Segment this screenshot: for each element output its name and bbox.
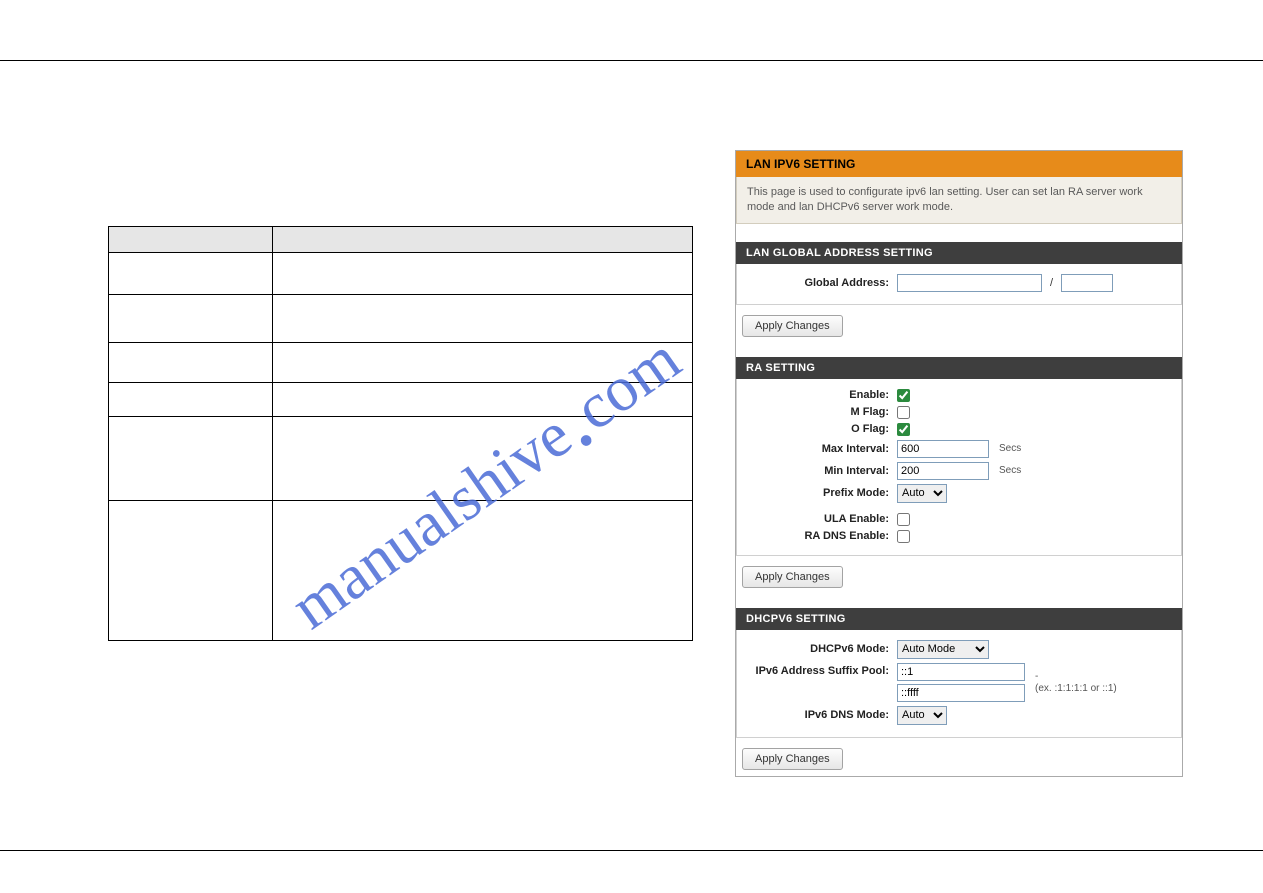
- ra-prefix-select[interactable]: Auto: [897, 484, 947, 503]
- ra-mflag-checkbox[interactable]: [897, 406, 910, 419]
- global-address-label: Global Address:: [747, 277, 897, 289]
- ra-ula-checkbox[interactable]: [897, 513, 910, 526]
- blank-table: [108, 226, 693, 641]
- dhcp-mode-label: DHCPv6 Mode:: [747, 643, 897, 655]
- global-prefix-input[interactable]: [1061, 274, 1113, 292]
- table-header-cell: [109, 227, 273, 253]
- global-form: Global Address: /: [736, 264, 1182, 305]
- ra-prefix-label: Prefix Mode:: [747, 487, 897, 499]
- page-bottom-rule: [0, 850, 1263, 851]
- ra-enable-checkbox[interactable]: [897, 389, 910, 402]
- table-row: [109, 383, 693, 417]
- ra-mflag-label: M Flag:: [747, 406, 897, 418]
- table-row: [109, 253, 693, 295]
- global-prefix-separator: /: [1046, 277, 1057, 289]
- section-heading-dhcp: DHCPV6 SETTING: [736, 608, 1182, 630]
- dhcp-form: DHCPv6 Mode: Auto Mode IPv6 Address Suff…: [736, 630, 1182, 738]
- ra-minint-unit: Secs: [999, 465, 1021, 476]
- ra-form: Enable: M Flag: O Flag: Max Interval: Se…: [736, 379, 1182, 556]
- apply-button-ra[interactable]: Apply Changes: [742, 566, 843, 588]
- dhcp-suffix-start-input[interactable]: [897, 663, 1025, 681]
- table-row: [109, 417, 693, 501]
- section-heading-ra: RA SETTING: [736, 357, 1182, 379]
- ra-radns-checkbox[interactable]: [897, 530, 910, 543]
- ra-enable-label: Enable:: [747, 389, 897, 401]
- ra-oflag-label: O Flag:: [747, 423, 897, 435]
- section-heading-global: LAN GLOBAL ADDRESS SETTING: [736, 242, 1182, 264]
- ra-maxint-input[interactable]: [897, 440, 989, 458]
- ra-radns-label: RA DNS Enable:: [747, 530, 897, 542]
- panel-description: This page is used to configurate ipv6 la…: [736, 177, 1182, 224]
- dhcp-suffix-end-input[interactable]: [897, 684, 1025, 702]
- ra-ula-label: ULA Enable:: [747, 513, 897, 525]
- dhcp-suffix-hint: (ex. :1:1:1:1 or ::1): [1035, 683, 1117, 694]
- apply-button-dhcp[interactable]: Apply Changes: [742, 748, 843, 770]
- dhcp-mode-select[interactable]: Auto Mode: [897, 640, 989, 659]
- ra-minint-input[interactable]: [897, 462, 989, 480]
- ra-oflag-checkbox[interactable]: [897, 423, 910, 436]
- apply-button-global[interactable]: Apply Changes: [742, 315, 843, 337]
- ra-maxint-label: Max Interval:: [747, 443, 897, 455]
- dhcp-suffix-label: IPv6 Address Suffix Pool:: [747, 663, 897, 677]
- panel-title: LAN IPV6 SETTING: [736, 151, 1182, 177]
- global-address-input[interactable]: [897, 274, 1042, 292]
- table-row: [109, 501, 693, 641]
- dhcp-dns-select[interactable]: Auto: [897, 706, 947, 725]
- table-row: [109, 295, 693, 343]
- ra-minint-label: Min Interval:: [747, 465, 897, 477]
- ipv6-settings-panel: LAN IPV6 SETTING This page is used to co…: [735, 150, 1183, 777]
- dhcp-dns-label: IPv6 DNS Mode:: [747, 709, 897, 721]
- table-row: [109, 343, 693, 383]
- ra-maxint-unit: Secs: [999, 443, 1021, 454]
- table-header-cell: [273, 227, 693, 253]
- page-top-rule: [0, 60, 1263, 61]
- dhcp-suffix-dash: -: [1035, 671, 1117, 682]
